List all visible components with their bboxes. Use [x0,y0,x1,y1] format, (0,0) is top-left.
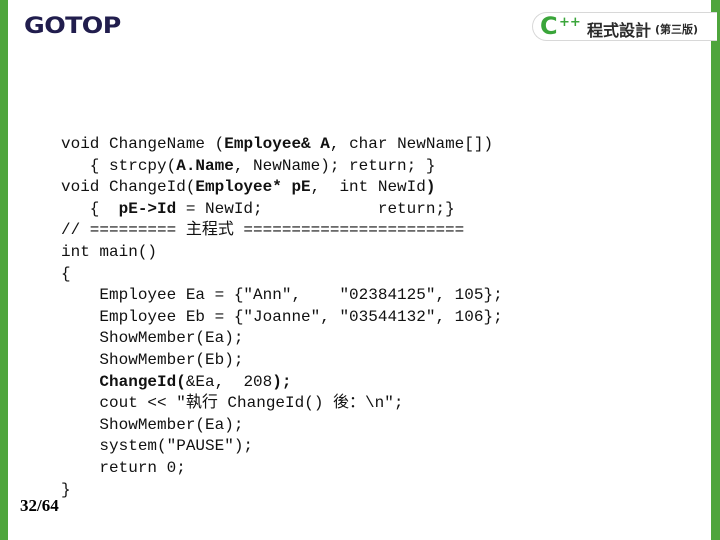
code-line: Employee Eb = {"Joanne", "03544132", 106… [61,307,503,329]
code-token: // ========= 主程式 ======================= [61,221,465,240]
code-line: ShowMember(Ea); [61,328,503,350]
page-number: 32/64 [20,496,59,515]
code-token: Employee Eb = {"Joanne", "03544132", 106… [61,307,503,326]
code-token-bold: ChangeId( [99,372,186,391]
book-edition: (第三版) [655,23,699,36]
code-token-bold: ); [272,372,292,391]
code-line: cout << "執行 ChangeId() 後：\n"; [61,393,503,415]
book-title-badge: C ++ 程式設計 (第三版) [532,12,717,41]
code-line: ChangeId(&Ea, 208); [61,372,503,394]
code-token: , NewName); return; } [233,156,436,175]
code-line: int main() [61,242,503,264]
code-line: system("PAUSE"); [61,436,503,458]
code-token-bold: A.Name [176,156,234,175]
code-token-bold: Employee& A [224,135,330,153]
code-token: , char NewName[]) [329,135,494,153]
code-line: return 0; [61,458,503,480]
code-line: Employee Ea = {"Ann", "02384125", 105}; [61,285,503,307]
code-token: { strcpy( [61,156,177,175]
code-token: ShowMember(Eb); [61,350,244,369]
book-title: 程式設計 [587,21,652,40]
cpp-logo-plus: ++ [559,15,581,30]
code-token: void ChangeName ( [61,135,225,153]
code-token: { [61,264,71,283]
code-block: void ChangeName (Employee& A, char NewNa… [61,134,503,501]
code-token: cout << "執行 ChangeId() 後：\n"; [61,394,404,413]
code-token: &Ea, 208 [185,372,273,391]
code-line: void ChangeName (Employee& A, char NewNa… [61,134,503,156]
gotop-logo: GOTOP [24,14,121,39]
code-token: void ChangeId( [61,178,196,197]
code-token: = NewId; return;} [176,199,455,218]
code-token: , int NewId [310,178,426,197]
code-token: int main() [61,242,158,261]
code-token: return 0; [61,458,186,477]
code-token-bold: Employee* pE [195,178,311,197]
code-line: { [61,264,503,286]
code-line: // ========= 主程式 ======================= [61,220,503,242]
code-token: system("PAUSE"); [61,437,254,456]
code-line: { strcpy(A.Name, NewName); return; } [61,156,503,178]
code-line: } [61,480,503,502]
code-line: { pE->Id = NewId; return;} [61,199,503,221]
cpp-logo-c: C [540,12,558,40]
code-token: ShowMember(Ea); [61,415,244,434]
code-token: } [61,480,71,499]
left-accent-bar [0,0,8,540]
code-token: ShowMember(Ea); [61,329,244,348]
code-token-bold: ) [425,178,436,197]
code-line: ShowMember(Eb); [61,350,503,372]
code-line: ShowMember(Ea); [61,415,503,437]
code-token: Employee Ea = {"Ann", "02384125", 105}; [61,286,503,305]
code-token-bold: pE->Id [118,199,177,218]
code-token: { [61,199,119,218]
right-accent-bar [711,0,720,540]
code-line: void ChangeId(Employee* pE, int NewId) [61,177,503,199]
